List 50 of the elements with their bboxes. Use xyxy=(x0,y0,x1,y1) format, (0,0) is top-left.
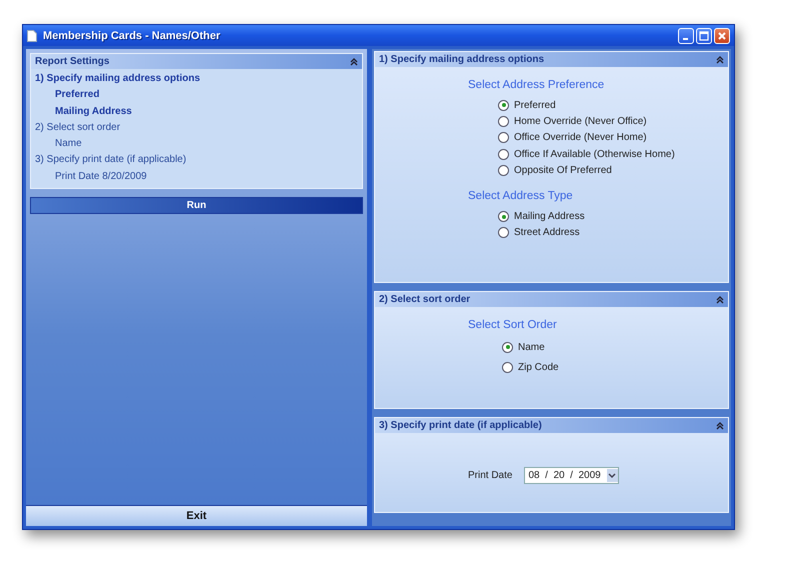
option-label: Mailing Address xyxy=(514,211,585,222)
maximize-icon xyxy=(699,30,709,40)
setting-step: 3) Specify print date (if applicable) xyxy=(35,152,362,169)
radio-button[interactable] xyxy=(498,227,509,238)
group-heading: Select Address Type xyxy=(468,190,574,202)
setting-step: 2) Select sort order xyxy=(35,120,362,136)
close-icon xyxy=(717,30,727,40)
setting-value: Mailing Address xyxy=(54,104,133,119)
collapse-icon[interactable] xyxy=(350,58,358,66)
group-heading: Select Address Preference xyxy=(468,79,606,91)
window-title: Membership Cards - Names/Other xyxy=(43,30,222,42)
minimize-icon xyxy=(682,38,688,40)
option-label: Office If Available (Otherwise Home) xyxy=(514,148,675,160)
setting-step: 1) Specify mailing address options xyxy=(35,71,362,88)
collapse-icon[interactable] xyxy=(716,56,724,64)
close-button[interactable] xyxy=(714,28,730,44)
option-label: Street Address xyxy=(514,227,580,238)
document-icon xyxy=(27,30,37,42)
setting-value: Name xyxy=(54,137,83,152)
collapse-icon[interactable] xyxy=(716,296,724,304)
maximize-button[interactable] xyxy=(696,28,712,44)
radio-button[interactable] xyxy=(498,132,509,144)
option-label: Name xyxy=(518,342,545,352)
radio-button[interactable] xyxy=(502,342,513,352)
date-field[interactable]: 08 / 20 / 2009 xyxy=(524,467,619,484)
radio-button[interactable] xyxy=(498,148,509,160)
option-label: Office Override (Never Home) xyxy=(514,132,647,144)
collapse-icon[interactable] xyxy=(716,422,724,430)
chevron-down-icon xyxy=(608,472,616,478)
radio-button[interactable] xyxy=(498,100,509,111)
run-button[interactable]: Run xyxy=(30,197,363,214)
exit-button[interactable]: Exit xyxy=(26,505,367,526)
panel-title: Report Settings xyxy=(35,56,110,67)
setting-value: Print Date 8/20/2009 xyxy=(54,170,148,184)
option-label: Zip Code xyxy=(518,362,559,372)
dropdown-button[interactable] xyxy=(606,469,618,482)
radio-button[interactable] xyxy=(498,211,509,222)
panel-title: 1) Specify mailing address options xyxy=(379,54,544,65)
radio-button[interactable] xyxy=(498,164,509,176)
minimize-button[interactable] xyxy=(678,28,694,44)
option-label: Home Override (Never Office) xyxy=(514,116,647,127)
panel-title: 3) Specify print date (if applicable) xyxy=(379,420,542,431)
group-heading: Select Sort Order xyxy=(468,319,558,331)
setting-value: Preferred xyxy=(54,88,100,102)
radio-button[interactable] xyxy=(502,362,513,372)
field-label: Print Date xyxy=(468,470,512,481)
option-label: Opposite Of Preferred xyxy=(514,164,612,176)
panel-title: 2) Select sort order xyxy=(379,294,470,305)
option-label: Preferred xyxy=(514,100,556,111)
radio-button[interactable] xyxy=(498,116,509,127)
